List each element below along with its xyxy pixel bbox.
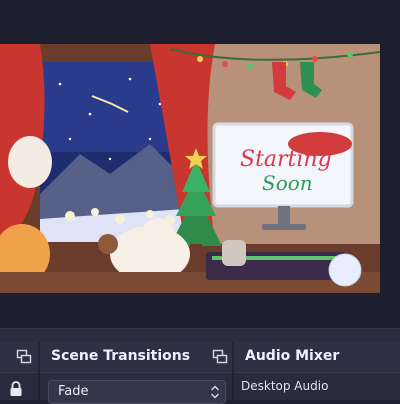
lock-icon[interactable] (9, 381, 23, 397)
audio-source-label: Desktop Audio (241, 379, 329, 393)
scene-transitions-title: Scene Transitions (51, 348, 191, 364)
audio-mixer-title: Audio Mixer (245, 348, 340, 364)
sources-dock-header (0, 342, 38, 373)
dock-separator (0, 328, 400, 343)
starting-soon-illustration: Starting Soon (0, 44, 380, 293)
scene-transitions-dock: Scene Transitions Fade (40, 342, 232, 404)
up-down-arrows-icon (211, 385, 219, 399)
sources-dock (0, 342, 38, 400)
preview-area: Starting Soon (0, 0, 400, 328)
transition-type-value: Fade (58, 384, 89, 399)
transition-type-select[interactable]: Fade (48, 380, 226, 404)
popout-icon[interactable] (212, 349, 228, 365)
audio-mixer-header: Audio Mixer (234, 342, 400, 373)
scene-preview[interactable]: Starting Soon (0, 44, 380, 293)
scene-transitions-header: Scene Transitions (40, 342, 232, 373)
audio-mixer-dock: Audio Mixer Desktop Audio (234, 342, 400, 400)
popout-icon[interactable] (16, 349, 32, 365)
sign-text-line2: Soon (262, 171, 313, 195)
